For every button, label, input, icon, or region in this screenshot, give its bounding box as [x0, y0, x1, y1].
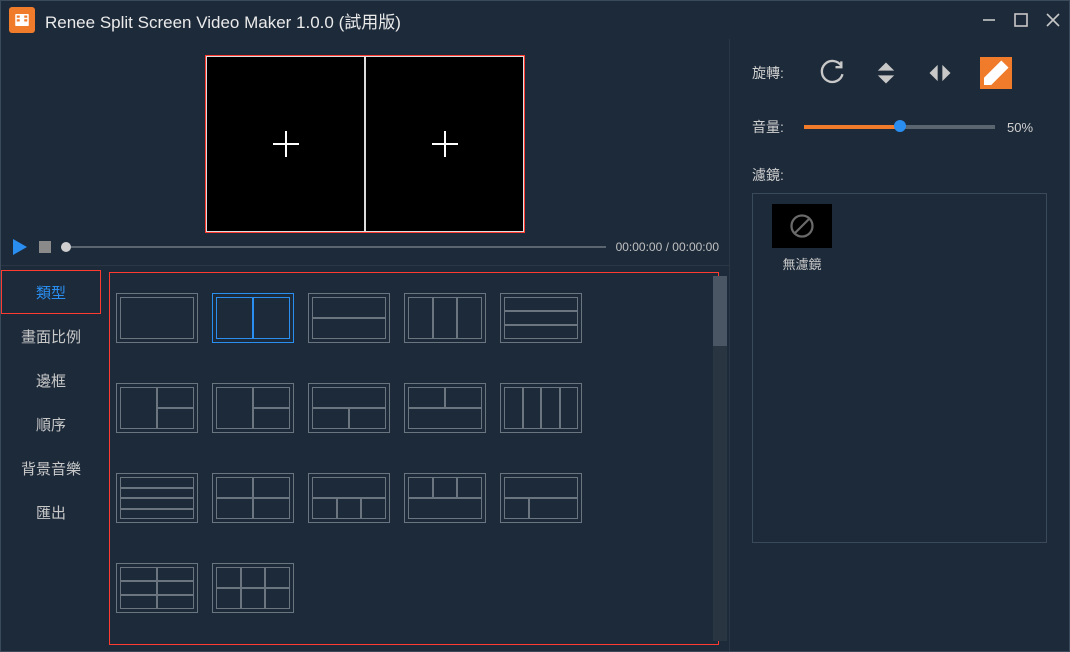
flip-horizontal-button[interactable] — [926, 59, 954, 87]
timecode: 00:00:00 / 00:00:00 — [616, 240, 719, 254]
rotate-cw-button[interactable] — [818, 59, 846, 87]
layout-left-2row[interactable] — [116, 383, 198, 433]
filter-label: 濾鏡: — [752, 165, 1047, 185]
app-window: Renee Split Screen Video Maker 1.0.0 (試用… — [0, 0, 1070, 652]
add-icon — [428, 127, 462, 161]
scroll-thumb[interactable] — [713, 276, 727, 346]
tab-type[interactable]: 類型 — [1, 270, 101, 314]
edit-icon — [980, 57, 1012, 89]
volume-label: 音量: — [752, 117, 792, 137]
tab-order[interactable]: 順序 — [1, 402, 101, 446]
flip-vertical-button[interactable] — [872, 59, 900, 87]
layout-1x1[interactable] — [116, 293, 198, 343]
layout-panel — [109, 272, 719, 645]
layout-3col[interactable] — [404, 293, 486, 343]
layout-bottom-3col[interactable] — [404, 473, 486, 523]
volume-row: 音量: 50% — [752, 117, 1047, 137]
layout-extra-1[interactable] — [116, 563, 198, 613]
edit-button[interactable] — [980, 57, 1012, 89]
layout-4col[interactable] — [500, 383, 582, 433]
tab-bgm[interactable]: 背景音樂 — [1, 446, 101, 490]
tab-export[interactable]: 匯出 — [1, 490, 101, 534]
layout-scrollbar[interactable] — [713, 276, 727, 641]
filter-none-label: 無濾鏡 — [782, 254, 821, 273]
layout-top-2col[interactable] — [308, 383, 390, 433]
layout-2x2[interactable] — [212, 473, 294, 523]
rotate-row: 旋轉: — [752, 57, 1047, 89]
stop-button[interactable] — [39, 241, 51, 253]
lower-area: 類型 畫面比例 邊框 順序 背景音樂 匯出 — [1, 265, 729, 651]
add-icon — [269, 127, 303, 161]
right-panel: 旋轉: 音量: — [729, 39, 1069, 651]
titlebar: Renee Split Screen Video Maker 1.0.0 (試用… — [1, 1, 1069, 39]
volume-fill — [804, 125, 900, 129]
close-button[interactable] — [1045, 12, 1061, 28]
filter-none[interactable]: 無濾鏡 — [763, 204, 841, 273]
playback-bar: 00:00:00 / 00:00:00 — [1, 229, 729, 265]
layout-pane — [101, 266, 729, 651]
layout-right-2row[interactable] — [212, 383, 294, 433]
seek-knob[interactable] — [61, 242, 71, 252]
left-area: 00:00:00 / 00:00:00 類型 畫面比例 邊框 順序 背景音樂 匯… — [1, 39, 729, 651]
volume-slider[interactable] — [804, 125, 995, 129]
app-title: Renee Split Screen Video Maker 1.0.0 (試用… — [45, 8, 971, 33]
no-filter-icon — [787, 211, 817, 241]
side-tabs: 類型 畫面比例 邊框 順序 背景音樂 匯出 — [1, 266, 101, 651]
flip-horizontal-icon — [926, 59, 954, 87]
preview-container — [205, 55, 525, 233]
preview-slot-2[interactable] — [365, 56, 524, 232]
layout-4row[interactable] — [116, 473, 198, 523]
layout-bottom-2col[interactable] — [404, 383, 486, 433]
layout-2row[interactable] — [308, 293, 390, 343]
preview-slot-1[interactable] — [206, 56, 365, 232]
volume-knob[interactable] — [894, 120, 906, 132]
layout-3row[interactable] — [500, 293, 582, 343]
filter-area: 無濾鏡 — [752, 193, 1047, 543]
seek-bar[interactable] — [61, 246, 606, 248]
tab-aspect[interactable]: 畫面比例 — [1, 314, 101, 358]
filter-none-thumb — [772, 204, 832, 248]
app-icon — [9, 7, 35, 33]
rotate-buttons — [818, 57, 1012, 89]
maximize-button[interactable] — [1013, 12, 1029, 28]
layout-grid — [116, 293, 712, 613]
content-area: 00:00:00 / 00:00:00 類型 畫面比例 邊框 順序 背景音樂 匯… — [1, 39, 1069, 651]
tab-border[interactable]: 邊框 — [1, 358, 101, 402]
window-controls — [981, 12, 1061, 28]
rotate-cw-icon — [818, 59, 846, 87]
layout-top2-bottom[interactable] — [500, 473, 582, 523]
layout-top-3col[interactable] — [308, 473, 390, 523]
volume-value: 50% — [1007, 120, 1047, 135]
layout-extra-2[interactable] — [212, 563, 294, 613]
preview-zone — [1, 39, 729, 229]
flip-vertical-icon — [872, 59, 900, 87]
filter-section: 濾鏡: 無濾鏡 — [752, 165, 1047, 543]
play-button[interactable] — [11, 238, 29, 256]
rotate-label: 旋轉: — [752, 63, 792, 83]
minimize-button[interactable] — [981, 12, 997, 28]
layout-2col[interactable] — [212, 293, 294, 343]
